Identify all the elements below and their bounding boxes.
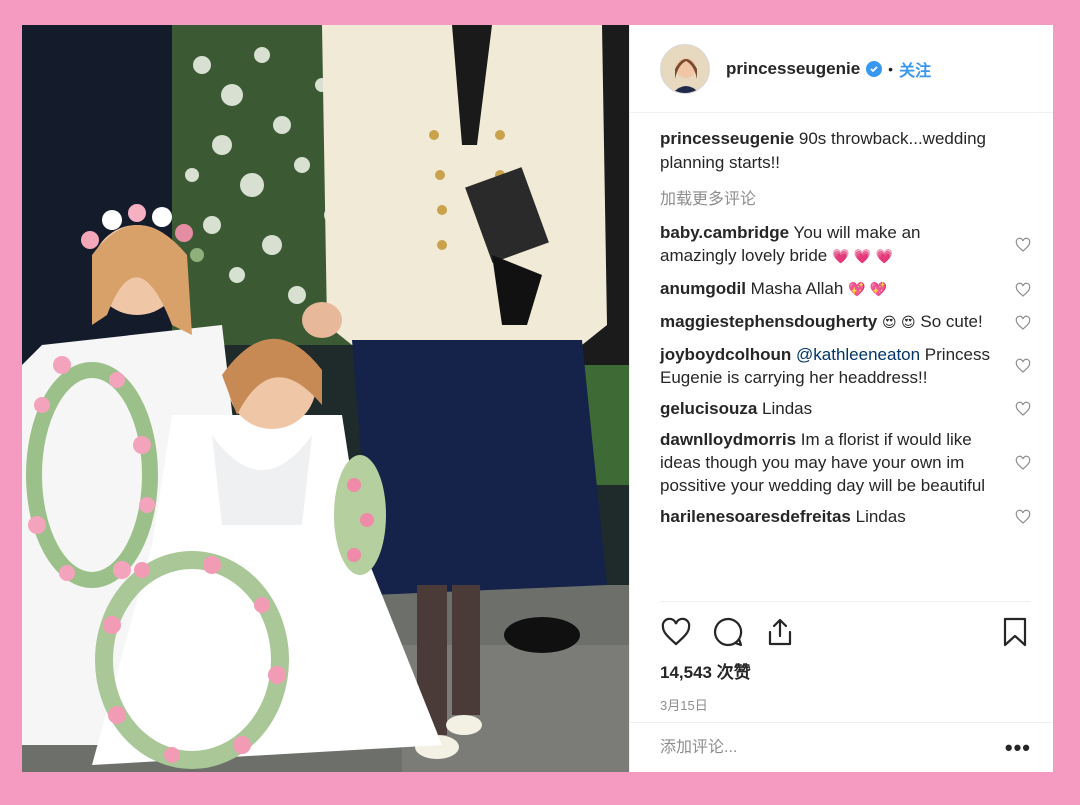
avatar[interactable] (660, 43, 710, 94)
comment-username[interactable]: baby.cambridge (660, 223, 789, 242)
post-side-panel: princesseugenie • 关注 princesseugenie 90s… (629, 25, 1053, 772)
comment-row: dawnlloydmorris Im a florist if would li… (660, 428, 1031, 497)
comment-row: maggiestephensdougherty 😍 😍 So cute! (660, 310, 1031, 335)
comment-username[interactable]: dawnlloydmorris (660, 430, 796, 449)
load-more-comments[interactable]: 加载更多评论 (660, 185, 1031, 209)
bookmark-icon[interactable] (999, 616, 1031, 648)
post-header: princesseugenie • 关注 (630, 25, 1053, 113)
verified-icon (866, 60, 883, 77)
comment-row: gelucisouza Lindas (660, 397, 1031, 420)
comment-username[interactable]: maggiestephensdougherty (660, 312, 877, 331)
comment-row: harilenesoaresdefreitas Lindas (660, 505, 1031, 528)
action-icons (660, 616, 1031, 648)
post-photo-illustration (22, 25, 629, 772)
comment-row: joyboydcolhoun @kathleeneaton Princess E… (660, 343, 1031, 389)
comments-list: princesseugenie 90s throwback...wedding … (660, 127, 1031, 536)
heart-icon[interactable] (660, 616, 692, 648)
comment-username[interactable]: joyboydcolhoun (660, 345, 791, 364)
post-date: 3月15日 (660, 698, 708, 713)
avatar-image (661, 44, 709, 93)
follow-button[interactable]: 关注 (899, 57, 931, 81)
post-caption: princesseugenie 90s throwback...wedding … (660, 127, 1031, 175)
add-comment-input[interactable] (660, 738, 1005, 757)
comment-icon[interactable] (712, 616, 744, 648)
caption-username[interactable]: princesseugenie (660, 129, 794, 148)
comment-username[interactable]: anumgodil (660, 279, 746, 298)
header-username[interactable]: princesseugenie (726, 59, 860, 79)
post-actions: 14,543 次赞 3月15日 (660, 601, 1031, 714)
post-window: princesseugenie • 关注 princesseugenie 90s… (22, 25, 1053, 772)
comment-username[interactable]: gelucisouza (660, 399, 757, 418)
comment-emoji: 💗 💗 💗 (831, 249, 894, 265)
comment-row: baby.cambridge You will make an amazingl… (660, 221, 1031, 269)
more-options-button[interactable]: ••• (1005, 735, 1031, 761)
comment-text: Masha Allah (745, 279, 849, 298)
comment-username[interactable]: harilenesoaresdefreitas (660, 507, 851, 526)
like-comment-heart-icon[interactable] (1015, 455, 1031, 471)
comment-text: Lindas (757, 399, 813, 418)
like-comment-heart-icon[interactable] (1015, 509, 1031, 525)
comment-row: anumgodil Masha Allah 💖 💖 (660, 277, 1031, 302)
like-comment-heart-icon[interactable] (1015, 401, 1031, 417)
like-comment-heart-icon[interactable] (1015, 282, 1031, 298)
comment-emoji: 💖 💖 (848, 282, 888, 298)
like-comment-heart-icon[interactable] (1015, 358, 1031, 374)
comment-mention[interactable]: @kathleeneaton (791, 345, 920, 364)
post-photo[interactable] (22, 25, 629, 772)
share-icon[interactable] (764, 616, 796, 648)
comment-text: Lindas (850, 507, 906, 526)
like-comment-heart-icon[interactable] (1015, 315, 1031, 331)
add-comment-bar: ••• (630, 722, 1053, 772)
separator-dot: • (888, 60, 894, 77)
likes-count[interactable]: 14,543 次赞 (660, 658, 1031, 683)
comment-emoji: 😍 😍 (882, 315, 916, 331)
comment-text-tail: So cute! (915, 312, 983, 331)
like-comment-heart-icon[interactable] (1015, 237, 1031, 253)
